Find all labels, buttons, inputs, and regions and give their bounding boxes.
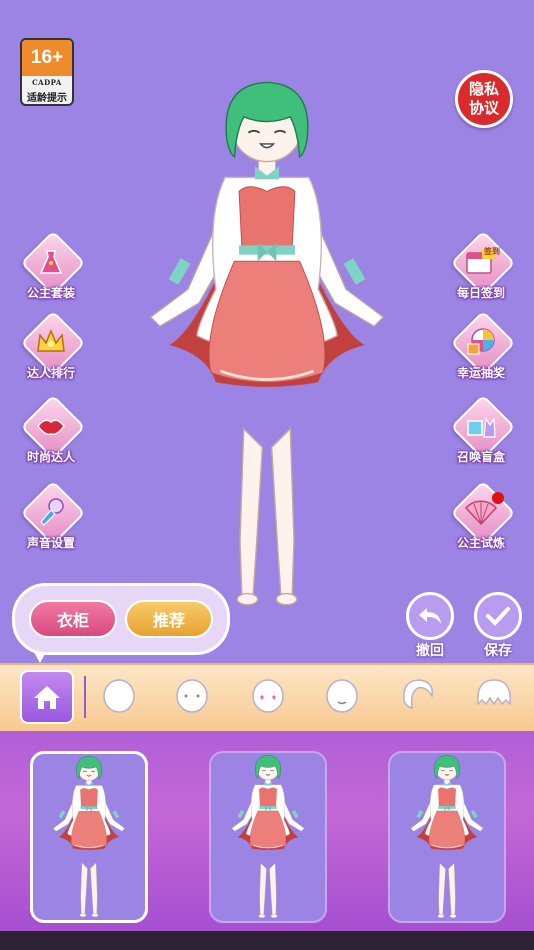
undo-button[interactable]: 撤回 bbox=[406, 592, 454, 660]
age-rating-note: 适龄提示 bbox=[27, 93, 67, 104]
blind-box-button[interactable]: 召唤盲盒 bbox=[446, 394, 516, 475]
daily-signin-label: 每日签到 bbox=[456, 286, 505, 300]
system-nav-strip bbox=[0, 931, 534, 950]
category-face-shape[interactable] bbox=[97, 674, 141, 718]
save-label: 保存 bbox=[484, 642, 512, 658]
blind-box-icon bbox=[446, 408, 516, 444]
outfit-card-3[interactable] bbox=[388, 751, 506, 923]
hair-front-icon bbox=[477, 679, 511, 706]
notification-dot bbox=[492, 492, 504, 504]
blind-box-label: 召唤盲盒 bbox=[456, 450, 505, 464]
tab-wardrobe[interactable]: 衣柜 bbox=[29, 600, 117, 638]
outfit-preview-2 bbox=[231, 754, 305, 919]
face-expression-icon bbox=[176, 679, 208, 713]
ranking-label: 达人排行 bbox=[26, 366, 75, 380]
undo-label: 撤回 bbox=[416, 642, 444, 658]
undo-icon bbox=[406, 592, 454, 640]
outfit-preview-1 bbox=[52, 755, 126, 918]
outfit-preview-3 bbox=[410, 754, 484, 919]
hair-back-icon bbox=[403, 679, 433, 710]
category-blush[interactable] bbox=[246, 674, 290, 718]
tab-recommend[interactable]: 推荐 bbox=[125, 600, 213, 638]
age-rating-org: CADPA bbox=[32, 78, 62, 87]
check-icon bbox=[474, 592, 522, 640]
lucky-draw-button[interactable]: 幸运抽奖 bbox=[446, 310, 516, 391]
princess-set-label: 公主套装 bbox=[26, 286, 75, 300]
lucky-draw-label: 幸运抽奖 bbox=[456, 366, 505, 380]
calendar-signin-icon bbox=[446, 244, 516, 280]
signin-badge-text: 签到 bbox=[484, 247, 500, 256]
privacy-policy-label: 隐私协议 bbox=[468, 81, 499, 117]
outfit-card-2[interactable] bbox=[209, 751, 327, 923]
lucky-wheel-icon bbox=[446, 324, 516, 360]
home-icon bbox=[34, 686, 60, 709]
microphone-icon bbox=[16, 494, 86, 530]
princess-set-button[interactable]: 公主套装 bbox=[16, 230, 86, 311]
privacy-policy-button[interactable]: 隐私协议 bbox=[455, 70, 513, 128]
face-shape-icon bbox=[103, 679, 135, 713]
daily-signin-button[interactable]: 签到 每日签到 bbox=[446, 230, 516, 311]
princess-trial-label: 公主试炼 bbox=[456, 536, 505, 550]
category-face-expression[interactable] bbox=[170, 674, 214, 718]
fashion-master-button[interactable]: 时尚达人 bbox=[16, 394, 86, 475]
age-rating-number: 16+ bbox=[22, 40, 72, 76]
blush-face-icon bbox=[252, 679, 284, 713]
smile-face-icon bbox=[326, 679, 358, 713]
dress-icon bbox=[16, 244, 86, 280]
sound-settings-label: 声音设置 bbox=[26, 536, 75, 550]
category-front-hair[interactable] bbox=[472, 674, 516, 718]
mode-toggle: 衣柜 推荐 bbox=[12, 583, 230, 655]
ranking-button[interactable]: 达人排行 bbox=[16, 310, 86, 391]
age-rating-badge: 16+ CADPA 适龄提示 bbox=[20, 38, 74, 106]
category-mouth[interactable] bbox=[320, 674, 364, 718]
fan-icon bbox=[446, 494, 516, 530]
save-button[interactable]: 保存 bbox=[474, 592, 522, 660]
princess-trial-button[interactable]: 公主试炼 bbox=[446, 480, 516, 561]
sound-settings-button[interactable]: 声音设置 bbox=[16, 480, 86, 561]
crown-ranking-icon bbox=[16, 324, 86, 360]
lips-icon bbox=[16, 408, 86, 444]
category-home-button[interactable] bbox=[20, 670, 74, 724]
outfit-card-1[interactable] bbox=[30, 751, 148, 923]
category-back-hair[interactable] bbox=[396, 674, 440, 718]
main-character bbox=[149, 81, 385, 607]
fashion-master-label: 时尚达人 bbox=[26, 450, 75, 464]
